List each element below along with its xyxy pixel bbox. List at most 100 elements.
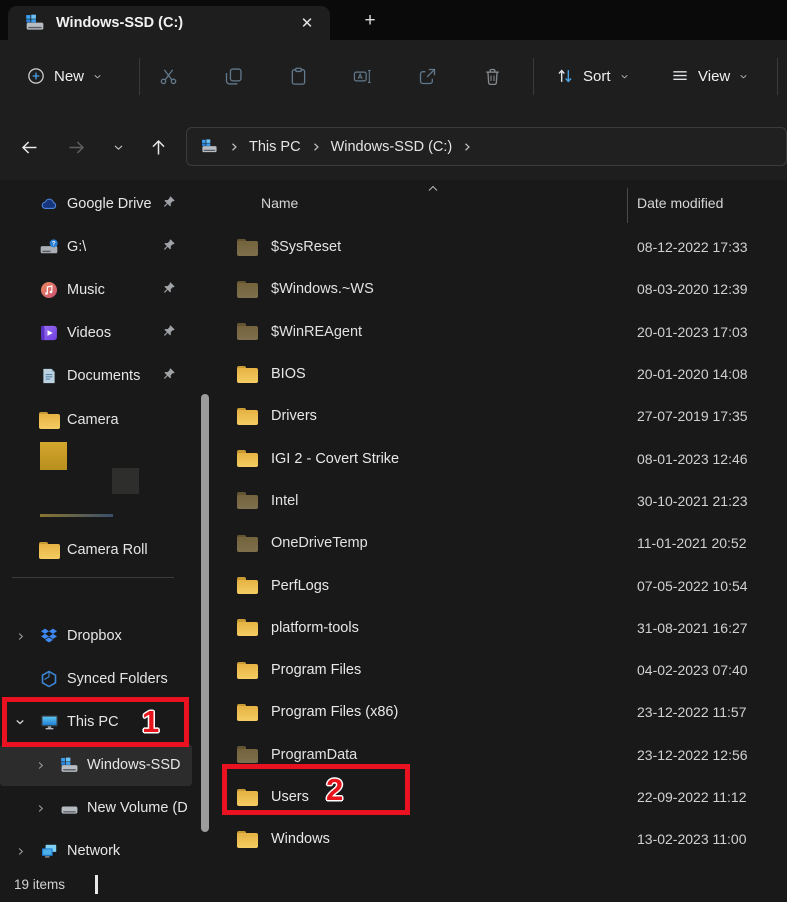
file-name: Users — [271, 789, 309, 805]
drive-icon — [202, 139, 217, 153]
content-area: Google Drive ? G:\ Music Videos Document… — [0, 180, 787, 870]
close-tab-icon[interactable]: ✕ — [292, 11, 322, 35]
chevron-right-icon[interactable] — [32, 760, 48, 771]
svg-text:?: ? — [52, 241, 56, 248]
file-row[interactable]: Program Files (x86) 23-12-2022 11:57 — [213, 691, 787, 733]
file-row[interactable]: $WinREAgent 20-01-2023 17:03 — [213, 311, 787, 353]
file-date: 20-01-2020 14:08 — [637, 366, 748, 383]
file-explorer-window: Windows-SSD (C:) ✕ + New Sort View This … — [0, 0, 787, 902]
column-divider[interactable] — [627, 188, 628, 223]
file-list-pane: Name Date modified $SysReset 08-12-2022 1… — [213, 180, 787, 870]
file-row[interactable]: OneDriveTemp 11-01-2021 20:52 — [213, 522, 787, 564]
file-name: IGI 2 - Covert Strike — [271, 450, 400, 467]
file-row-users[interactable]: Users 22-09-2022 11:12 — [213, 776, 787, 818]
breadcrumb-chevron-icon[interactable] — [228, 141, 240, 153]
file-date: 07-05-2022 10:54 — [637, 577, 748, 594]
file-row[interactable]: IGI 2 - Covert Strike 08-01-2023 12:46 — [213, 437, 787, 479]
sidebar-item-dropbox[interactable]: Dropbox — [0, 615, 212, 657]
sidebar-item-synced-folders[interactable]: Synced Folders — [0, 658, 212, 700]
sort-button[interactable]: Sort — [545, 57, 640, 95]
file-date: 08-01-2023 12:46 — [637, 450, 748, 467]
folder-icon — [237, 238, 258, 256]
file-row[interactable]: Intel 30-10-2021 21:23 — [213, 480, 787, 522]
share-button[interactable] — [405, 57, 449, 95]
paste-button[interactable] — [276, 57, 320, 95]
up-button[interactable] — [141, 134, 175, 160]
file-row[interactable]: Drivers 27-07-2019 17:35 — [213, 395, 787, 437]
new-tab-button[interactable]: + — [356, 8, 384, 34]
drive-icon — [58, 799, 80, 818]
pin-icon — [162, 195, 176, 214]
videos-icon — [38, 323, 60, 343]
copy-button[interactable] — [211, 57, 255, 95]
chevron-down-icon[interactable] — [12, 716, 28, 728]
sidebar-item-new-volume[interactable]: New Volume (D — [0, 787, 212, 829]
sidebar-item-label: Google Drive — [67, 196, 152, 212]
chevron-right-icon[interactable] — [32, 803, 48, 814]
pin-icon — [162, 281, 176, 300]
breadcrumb-this-pc[interactable]: This PC — [249, 139, 301, 155]
sidebar-item-label: G:\ — [67, 239, 87, 255]
file-row[interactable]: BIOS 20-01-2020 14:08 — [213, 353, 787, 395]
column-header-date-modified[interactable]: Date modified — [637, 195, 723, 211]
view-button[interactable]: View — [660, 57, 759, 95]
sidebar-item-camera-roll[interactable]: Camera Roll — [0, 529, 212, 571]
breadcrumb-chevron-icon[interactable] — [310, 141, 322, 153]
tab-title: Windows-SSD (C:) — [56, 15, 184, 31]
documents-icon — [38, 366, 60, 386]
sidebar-item-documents[interactable]: Documents — [0, 355, 212, 397]
forward-button[interactable] — [59, 134, 93, 160]
rename-button[interactable] — [340, 57, 384, 95]
breadcrumb-current-drive[interactable]: Windows-SSD (C:) — [331, 139, 453, 155]
forward-arrow-icon — [69, 140, 84, 154]
file-name: Drivers — [271, 408, 317, 425]
pin-icon — [162, 324, 176, 343]
back-button[interactable] — [12, 134, 46, 160]
chevron-right-icon[interactable] — [12, 846, 28, 857]
file-date: 13-02-2023 11:00 — [637, 831, 747, 848]
file-row[interactable]: Program Files 04-02-2023 07:40 — [213, 649, 787, 691]
folder-icon — [237, 323, 258, 341]
network-icon — [38, 842, 60, 861]
file-row[interactable]: platform-tools 31-08-2021 16:27 — [213, 607, 787, 649]
address-bar[interactable]: This PC Windows-SSD (C:) — [186, 127, 787, 166]
plus-circle-icon — [28, 68, 44, 84]
view-list-icon — [673, 71, 687, 81]
google-drive-icon — [38, 195, 60, 214]
folder-icon — [237, 746, 258, 764]
file-row[interactable]: ProgramData 23-12-2022 12:56 — [213, 734, 787, 776]
chevron-right-icon[interactable] — [12, 631, 28, 642]
delete-button[interactable] — [470, 57, 514, 95]
item-count: 19 items — [14, 877, 66, 892]
folder-icon — [237, 492, 258, 510]
sidebar-scrollbar[interactable] — [201, 394, 209, 832]
command-toolbar: New Sort View — [0, 40, 787, 113]
file-row[interactable]: $Windows.~WS 08-03-2020 12:39 — [213, 268, 787, 310]
cut-button[interactable] — [146, 57, 190, 95]
new-button[interactable]: New — [16, 57, 113, 95]
sidebar-item-this-pc[interactable]: This PC — [0, 701, 212, 743]
sidebar-item-videos[interactable]: Videos — [0, 312, 212, 354]
sidebar-item-network[interactable]: Network — [0, 830, 212, 872]
sidebar-item-music[interactable]: Music — [0, 269, 212, 311]
file-row[interactable]: PerfLogs 07-05-2022 10:54 — [213, 564, 787, 606]
sidebar-item-g-drive[interactable]: ? G:\ — [0, 226, 212, 268]
cut-icon — [160, 68, 176, 84]
sidebar-item-label: Videos — [67, 325, 112, 341]
breadcrumb-chevron-icon[interactable] — [461, 141, 473, 153]
sidebar-item-windows-ssd[interactable]: Windows-SSD — [0, 744, 192, 786]
copy-icon — [225, 67, 242, 85]
file-date: 27-07-2019 17:35 — [637, 408, 748, 425]
folder-icon — [237, 450, 258, 468]
recent-locations-button[interactable] — [101, 134, 135, 160]
delete-icon — [485, 68, 499, 85]
file-row[interactable]: $SysReset 08-12-2022 17:33 — [213, 226, 787, 268]
up-arrow-icon — [151, 139, 165, 154]
sidebar-item-google-drive[interactable]: Google Drive — [0, 183, 212, 225]
thumbnail-artifact — [112, 468, 139, 494]
column-header-name[interactable]: Name — [261, 195, 298, 211]
file-row[interactable]: Windows 13-02-2023 11:00 — [213, 818, 787, 860]
sidebar-item-camera[interactable]: Camera — [0, 399, 212, 441]
file-name: Intel — [271, 492, 299, 509]
explorer-tab[interactable]: Windows-SSD (C:) ✕ — [8, 6, 330, 40]
